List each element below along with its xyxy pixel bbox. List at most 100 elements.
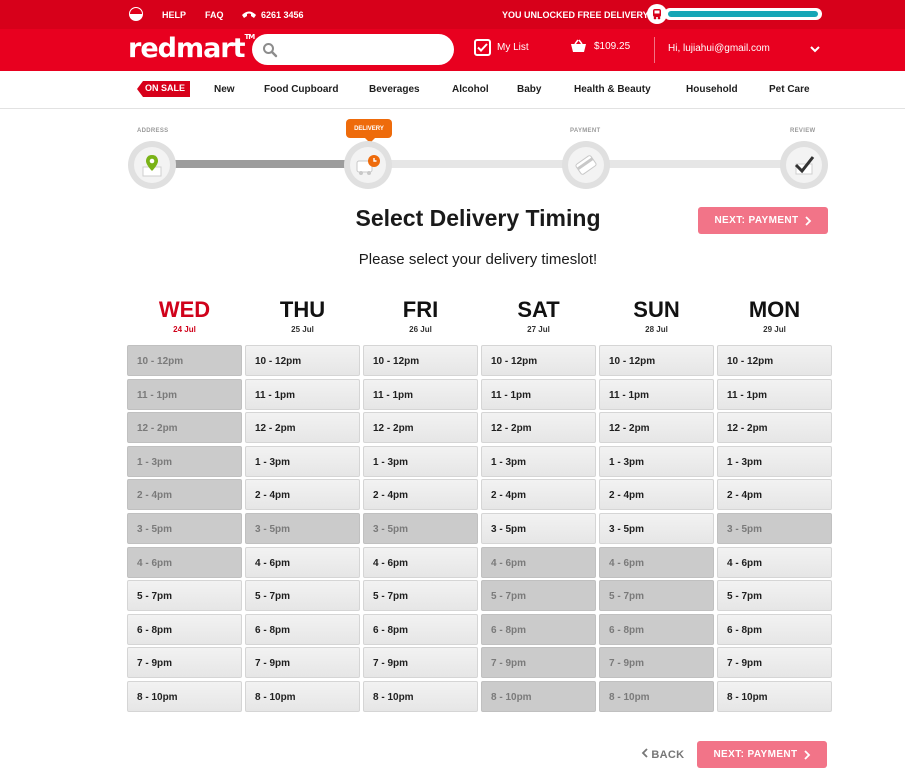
step-label-review: REVIEW (790, 128, 816, 134)
day-column-sun: SUN 28 Jul 10 - 12pm 11 - 1pm 12 - 2pm 1 - 3p… (599, 296, 714, 715)
day-column-fri: FRI 26 Jul 10 - 12pm 11 - 1pm 12 - 2pm 1 - 3p… (363, 296, 478, 715)
day-header: WED 24 Jul (127, 296, 242, 345)
chevron-right-icon (803, 749, 810, 760)
nav-item-baby[interactable]: Baby (517, 84, 541, 95)
timeslot-available[interactable]: 8 - 10pm (717, 680, 832, 712)
timeslot-available[interactable]: 5 - 7pm (717, 580, 832, 612)
nav-item-beverages[interactable]: Beverages (369, 84, 420, 95)
day-date: 28 Jul (645, 325, 668, 334)
timeslot-unavailable: 6 - 8pm (481, 613, 596, 645)
timeslot-available[interactable]: 12 - 2pm (481, 412, 596, 444)
timeslot-available[interactable]: 12 - 2pm (599, 412, 714, 444)
timeslot-available[interactable]: 11 - 1pm (363, 378, 478, 410)
next-payment-button-bottom[interactable]: NEXT: PAYMENT (697, 741, 827, 768)
step-label-address: ADDRESS (137, 128, 169, 134)
timeslot-available[interactable]: 3 - 5pm (481, 512, 596, 544)
timeslot-unavailable: 3 - 5pm (363, 512, 478, 544)
timeslot-available[interactable]: 7 - 9pm (127, 647, 242, 679)
step-payment[interactable] (562, 141, 610, 189)
nav-item-health-beauty[interactable]: Health & Beauty (574, 84, 651, 95)
timeslot-available[interactable]: 8 - 10pm (127, 680, 242, 712)
timeslot-unavailable: 5 - 7pm (599, 580, 714, 612)
phone-icon (242, 11, 256, 18)
timeslot-available[interactable]: 4 - 6pm (717, 546, 832, 578)
faq-link[interactable]: FAQ (205, 10, 224, 20)
timeslot-available[interactable]: 6 - 8pm (717, 613, 832, 645)
timeslot-available[interactable]: 5 - 7pm (127, 580, 242, 612)
timeslot-available[interactable]: 7 - 9pm (245, 647, 360, 679)
timeslot-available[interactable]: 10 - 12pm (481, 345, 596, 376)
timeslot-available[interactable]: 4 - 6pm (245, 546, 360, 578)
timeslot-unavailable: 3 - 5pm (127, 512, 242, 544)
phone-number: 6261 3456 (261, 10, 304, 20)
chevron-down-icon[interactable] (808, 42, 822, 56)
timeslot-available[interactable]: 10 - 12pm (363, 345, 478, 376)
nav-item-new[interactable]: New (214, 84, 235, 95)
timeslot-available[interactable]: 6 - 8pm (127, 613, 242, 645)
timeslot-available[interactable]: 8 - 10pm (245, 680, 360, 712)
nav-item-alcohol[interactable]: Alcohol (452, 84, 489, 95)
timeslot-available[interactable]: 1 - 3pm (363, 445, 478, 477)
timeslot-available[interactable]: 2 - 4pm (717, 479, 832, 511)
timeslot-available[interactable]: 11 - 1pm (717, 378, 832, 410)
back-button[interactable]: BACK (641, 748, 684, 761)
step-label-payment: PAYMENT (570, 128, 601, 134)
timeslot-available[interactable]: 7 - 9pm (717, 647, 832, 679)
timeslot-available[interactable]: 2 - 4pm (245, 479, 360, 511)
my-list-button[interactable]: My List (474, 39, 529, 56)
timeslot-available[interactable]: 11 - 1pm (245, 378, 360, 410)
timeslot-available[interactable]: 12 - 2pm (245, 412, 360, 444)
map-pin-icon (142, 155, 162, 177)
day-date: 25 Jul (291, 325, 314, 334)
timeslot-available[interactable]: 2 - 4pm (599, 479, 714, 511)
logo-trademark: TM (244, 33, 256, 41)
timeslot-available[interactable]: 1 - 3pm (245, 445, 360, 477)
page-subtitle: Please select your delivery timeslot! (358, 251, 598, 268)
step-review[interactable] (780, 141, 828, 189)
singapore-flag-icon[interactable] (129, 7, 143, 21)
day-header: FRI 26 Jul (363, 296, 478, 345)
timeslot-available[interactable]: 7 - 9pm (363, 647, 478, 679)
timeslot-available[interactable]: 8 - 10pm (363, 680, 478, 712)
timeslot-available[interactable]: 3 - 5pm (599, 512, 714, 544)
timeslot-unavailable: 12 - 2pm (127, 412, 242, 444)
free-delivery-message: YOU UNLOCKED FREE DELIVERY! (502, 10, 652, 20)
redmart-logo[interactable]: redmartTM (128, 33, 256, 64)
timeslot-available[interactable]: 11 - 1pm (599, 378, 714, 410)
top-bar: HELP FAQ 6261 3456 YOU UNLOCKED FREE DEL… (0, 0, 905, 29)
timeslot-available[interactable]: 2 - 4pm (363, 479, 478, 511)
timeslot-available[interactable]: 12 - 2pm (717, 412, 832, 444)
nav-item-household[interactable]: Household (686, 84, 738, 95)
step-address[interactable] (128, 141, 176, 189)
next-payment-button-top[interactable]: NEXT: PAYMENT (698, 207, 828, 234)
timeslot-available[interactable]: 10 - 12pm (599, 345, 714, 376)
chevron-left-icon (641, 748, 648, 758)
nav-item-pet-care[interactable]: Pet Care (769, 84, 810, 95)
category-nav: ON SALE New Food Cupboard Beverages Alco… (0, 71, 905, 109)
timeslot-available[interactable]: 6 - 8pm (363, 613, 478, 645)
timeslot-available[interactable]: 1 - 3pm (481, 445, 596, 477)
timeslot-available[interactable]: 1 - 3pm (599, 445, 714, 477)
timeslot-available[interactable]: 5 - 7pm (245, 580, 360, 612)
logo-text: redmart (128, 33, 246, 64)
on-sale-tag[interactable]: ON SALE (137, 81, 191, 97)
step-delivery[interactable] (344, 141, 392, 189)
timeslot-available[interactable]: 12 - 2pm (363, 412, 478, 444)
timeslot-available[interactable]: 10 - 12pm (245, 345, 360, 376)
timeslot-available[interactable]: 10 - 12pm (717, 345, 832, 376)
help-link[interactable]: HELP (162, 10, 186, 20)
step-label-delivery: DELIVERY (346, 119, 392, 143)
cart-button[interactable]: $109.25 (570, 39, 630, 53)
timeslot-available[interactable]: 5 - 7pm (363, 580, 478, 612)
timeslot-unavailable: 2 - 4pm (127, 479, 242, 511)
account-greeting[interactable]: Hi, lujiahui@gmail.com (668, 43, 770, 54)
timeslot-available[interactable]: 11 - 1pm (481, 378, 596, 410)
timeslot-available[interactable]: 4 - 6pm (363, 546, 478, 578)
timeslot-available[interactable]: 1 - 3pm (717, 445, 832, 477)
nav-item-food-cupboard[interactable]: Food Cupboard (264, 84, 338, 95)
review-checkmark-icon (794, 156, 815, 175)
search-input[interactable] (252, 34, 454, 65)
timeslot-available[interactable]: 2 - 4pm (481, 479, 596, 511)
timeslot-unavailable: 1 - 3pm (127, 445, 242, 477)
timeslot-available[interactable]: 6 - 8pm (245, 613, 360, 645)
